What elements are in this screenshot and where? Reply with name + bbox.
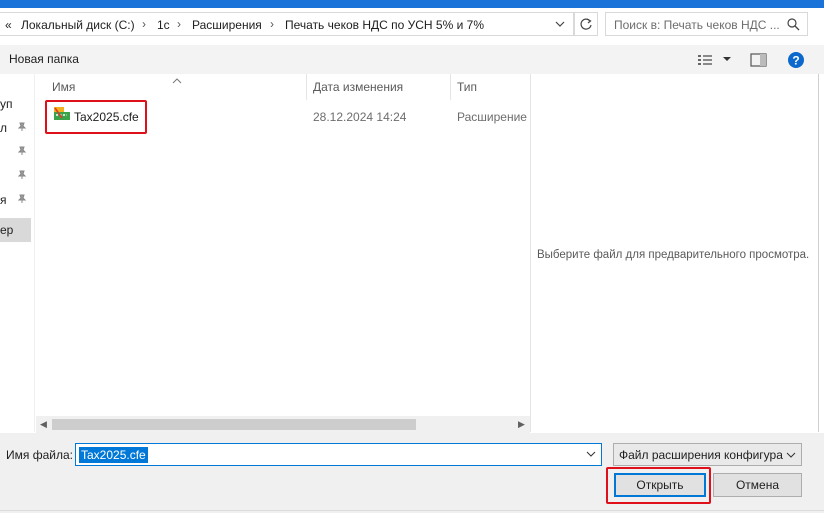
help-icon: ? <box>788 52 804 68</box>
search-icon <box>787 18 800 31</box>
file-type: Расширение <box>457 110 527 124</box>
highlight-box <box>606 467 711 504</box>
pin-icon <box>17 122 27 131</box>
preview-pane-icon <box>750 53 767 67</box>
scroll-left-icon[interactable]: ◀ <box>40 419 47 430</box>
sort-ascending-icon <box>172 73 182 87</box>
breadcrumb-separator-icon[interactable]: › <box>270 17 274 31</box>
address-bar[interactable]: « Локальный диск (C:) › 1с › Расширения … <box>0 12 574 36</box>
chevron-down-icon[interactable] <box>586 450 596 458</box>
breadcrumb-overflow[interactable]: « <box>5 18 12 32</box>
highlight-box <box>45 100 147 134</box>
breadcrumb-current-folder[interactable]: Печать чеков НДС по УСН 5% и 7% <box>285 18 484 32</box>
filename-value: Tax2025.cfe <box>79 447 148 463</box>
scrollbar-thumb[interactable] <box>52 419 416 430</box>
new-folder-button[interactable]: Новая папка <box>9 52 79 66</box>
navigation-pane: уп л я <box>0 74 35 432</box>
nav-item[interactable]: я <box>0 193 7 207</box>
address-history-dropdown[interactable] <box>548 12 572 36</box>
breadcrumb-separator-icon[interactable]: › <box>177 17 181 31</box>
refresh-button[interactable] <box>574 12 598 36</box>
change-view-button[interactable] <box>697 53 713 70</box>
scroll-right-icon[interactable]: ▶ <box>518 419 525 430</box>
chevron-down-icon <box>555 21 565 27</box>
nav-item[interactable]: л <box>0 121 7 135</box>
search-input[interactable]: Поиск в: Печать чеков НДС ... <box>605 12 808 36</box>
nav-item-selected[interactable]: ер <box>0 218 31 242</box>
file-date: 28.12.2024 14:24 <box>313 110 407 124</box>
breadcrumb-drive[interactable]: Локальный диск (C:) <box>21 18 135 32</box>
breadcrumb-separator-icon[interactable]: › <box>142 17 146 31</box>
details-view-icon <box>698 55 712 65</box>
nav-item-label: ер <box>0 223 14 237</box>
help-button[interactable]: ? <box>787 51 805 72</box>
column-divider[interactable] <box>306 74 307 100</box>
search-placeholder: Поиск в: Печать чеков НДС ... <box>614 18 780 32</box>
filetype-select[interactable]: Файл расширения конфигура <box>613 443 802 466</box>
nav-item[interactable]: уп <box>0 97 13 111</box>
breadcrumb-extensions[interactable]: Расширения <box>192 18 262 32</box>
column-divider[interactable] <box>450 74 451 100</box>
column-header-date[interactable]: Дата изменения <box>313 80 403 94</box>
pin-icon <box>17 146 27 155</box>
breadcrumb-1c[interactable]: 1с <box>157 18 170 32</box>
pin-icon <box>17 170 27 179</box>
preview-pane-button[interactable] <box>750 52 768 71</box>
column-header-name[interactable]: Имя <box>52 80 75 94</box>
pin-icon <box>17 194 27 203</box>
svg-text:?: ? <box>792 54 799 68</box>
view-options-dropdown[interactable] <box>722 53 732 68</box>
chevron-down-icon <box>786 452 796 458</box>
caret-down-icon <box>723 57 731 61</box>
filetype-value: Файл расширения конфигура <box>619 448 783 462</box>
column-header-type[interactable]: Тип <box>457 80 477 94</box>
preview-message: Выберите файл для предварительного просм… <box>537 249 810 261</box>
title-bar <box>0 0 824 8</box>
filename-label: Имя файла: <box>6 448 73 462</box>
filename-input[interactable]: Tax2025.cfe <box>75 443 602 466</box>
window-edge <box>818 74 824 432</box>
cancel-button[interactable]: Отмена <box>713 473 802 497</box>
refresh-icon <box>580 18 592 30</box>
